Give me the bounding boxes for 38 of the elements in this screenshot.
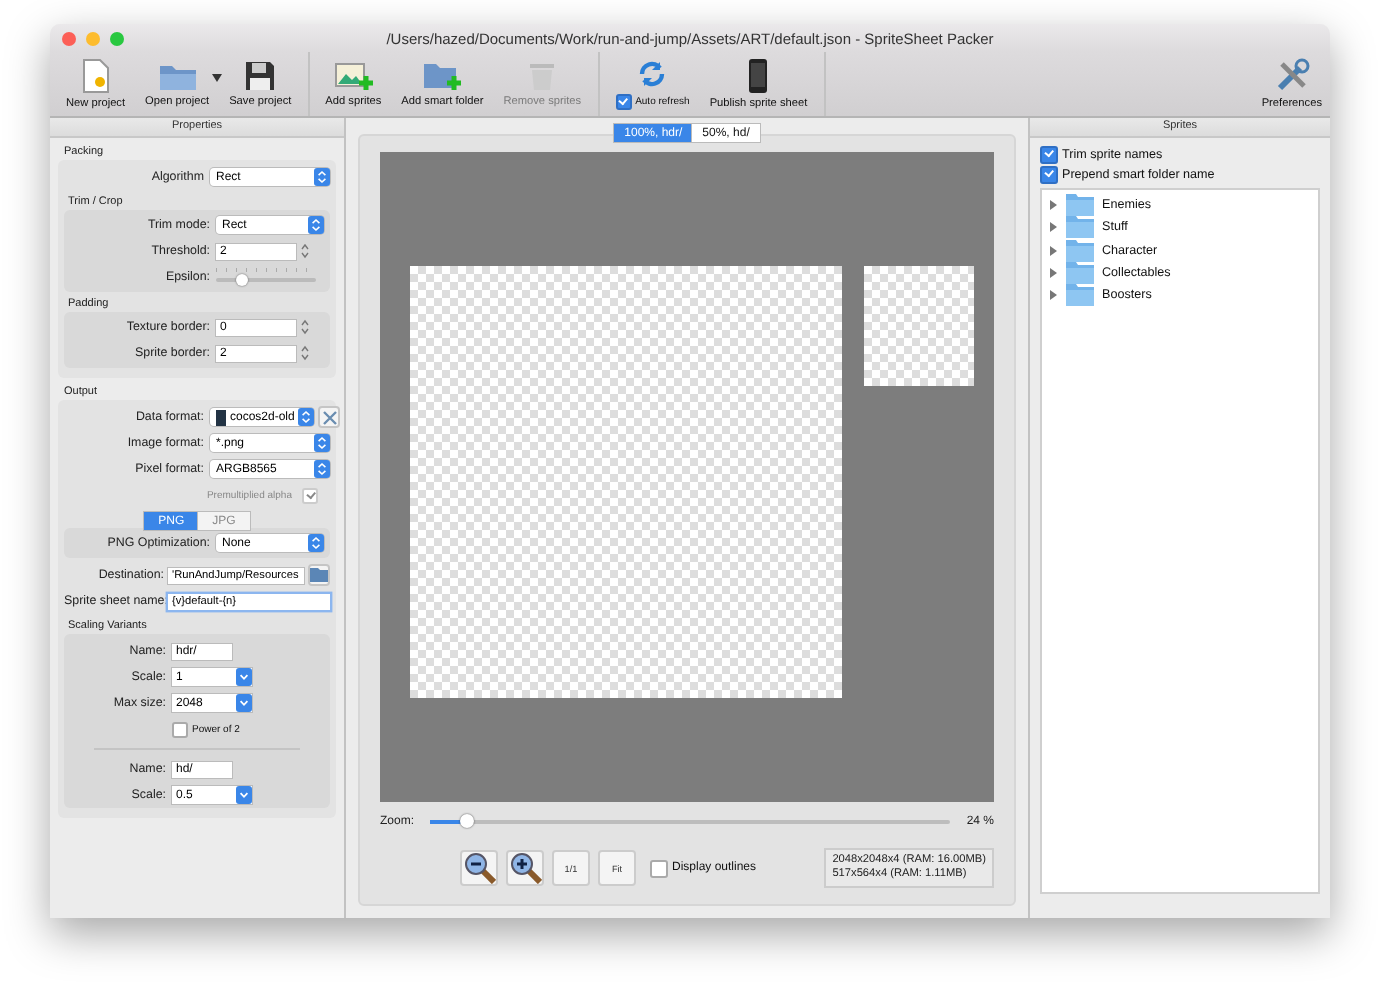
folder-icon <box>1066 239 1094 262</box>
browse-button[interactable] <box>308 564 330 586</box>
folder-plus-icon <box>422 60 463 92</box>
stepper-icon[interactable] <box>300 344 310 362</box>
refresh-button[interactable] <box>636 58 669 90</box>
zoom-out-button[interactable] <box>460 850 498 886</box>
chevron-icon <box>308 216 324 234</box>
magnifier-icon <box>509 852 541 884</box>
magnifier-icon <box>463 852 495 884</box>
folder-icon <box>1066 284 1094 307</box>
edit-button[interactable] <box>318 406 341 428</box>
image-plus-icon <box>333 60 374 92</box>
trash-icon <box>528 60 557 92</box>
caret-icon <box>211 74 222 82</box>
phone-icon <box>748 58 769 94</box>
zoom-button[interactable] <box>110 31 124 45</box>
chevron-icon <box>314 434 330 452</box>
chevron-icon <box>236 694 252 712</box>
slider[interactable] <box>216 268 316 286</box>
chevron-icon <box>314 460 330 478</box>
chevron-icon <box>236 786 252 804</box>
zoom-in-button[interactable] <box>506 850 544 886</box>
refresh-icon <box>636 58 669 90</box>
folder-icon <box>157 60 198 92</box>
chevron-icon <box>308 534 324 552</box>
folder-icon <box>310 568 328 582</box>
folder-icon <box>1066 194 1094 217</box>
stepper-icon[interactable] <box>300 242 310 260</box>
file-icon <box>216 409 226 425</box>
chevron-icon <box>314 168 330 186</box>
stepper-icon[interactable] <box>300 318 310 336</box>
close-button[interactable] <box>62 31 76 45</box>
folder-icon <box>1066 216 1094 239</box>
chevron-icon <box>298 408 315 426</box>
chevron-icon <box>236 668 252 686</box>
document-icon <box>79 58 112 94</box>
folder-icon <box>1066 262 1094 285</box>
sprite-sheet-preview <box>864 266 974 386</box>
